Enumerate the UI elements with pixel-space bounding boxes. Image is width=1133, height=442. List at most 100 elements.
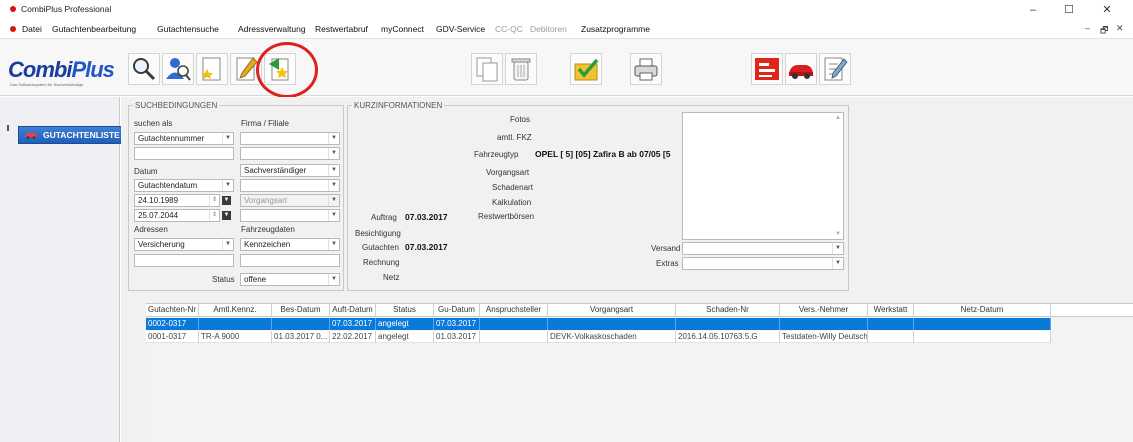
search-text-input[interactable]	[134, 147, 234, 160]
highlight-circle	[256, 42, 318, 98]
menu-myconnect[interactable]: myConnect	[381, 24, 424, 34]
spinner-icon[interactable]: ⇕	[209, 195, 219, 206]
new-document-star-icon[interactable]	[196, 53, 228, 85]
printer-icon[interactable]	[630, 53, 662, 85]
scroll-up-icon[interactable]: ▲	[835, 115, 841, 121]
column-header[interactable]: Status	[376, 304, 434, 317]
column-header[interactable]: Netz-Datum	[914, 304, 1051, 317]
date-to-input[interactable]: 25.07.2044 ⇕	[134, 209, 220, 222]
menu-adressverwaltung[interactable]: Adressverwaltung	[238, 24, 306, 34]
auftrag-value: 07.03.2017	[405, 212, 448, 222]
menu-gdv-service[interactable]: GDV-Service	[436, 24, 485, 34]
search-icon[interactable]	[128, 53, 160, 85]
chevron-down-icon: ▼	[222, 180, 233, 191]
firma-select[interactable]: ▼	[240, 132, 340, 145]
chevron-down-icon: ▼	[222, 133, 233, 144]
datum-type-select[interactable]: Gutachtendatum ▼	[134, 179, 234, 192]
vorgangsart-info-label: Vorgangsart	[486, 168, 530, 177]
extras-select[interactable]: ▼	[682, 257, 844, 270]
calendar-dropdown-icon[interactable]: ▼	[222, 196, 231, 205]
column-header[interactable]: Vers.-Nehmer	[780, 304, 868, 317]
sachverstaendiger-select[interactable]: Sachverständiger ▼	[240, 164, 340, 177]
mdi-close-button[interactable]: ✕	[1116, 23, 1124, 34]
chevron-down-icon: ▼	[328, 165, 339, 176]
adressen-input[interactable]	[134, 254, 234, 267]
menu-restwertabruf[interactable]: Restwertabruf	[315, 24, 368, 34]
suchen-als-label: suchen als	[134, 119, 173, 128]
chevron-down-icon: ▼	[328, 133, 339, 144]
column-header[interactable]: Amtl.Kennz.	[199, 304, 272, 317]
copy-documents-icon[interactable]	[471, 53, 503, 85]
column-header[interactable]: Gutachten-Nr	[146, 304, 199, 317]
combiplus-logo: CombiPlus Das Softwaresystem für Sachver…	[8, 57, 115, 87]
amtl-fkz-label: amtl. FKZ	[497, 133, 532, 142]
column-header[interactable]: Anspruchsteller	[480, 304, 548, 317]
firma-filiale-label: Firma / Filiale	[241, 119, 290, 128]
adressen-label: Adressen	[134, 225, 168, 234]
auftrag-label: Auftrag	[371, 213, 397, 222]
chevron-down-icon: ▼	[832, 243, 843, 254]
versand-select[interactable]: ▼	[682, 242, 844, 255]
menu-gutachtensuche[interactable]: Gutachtensuche	[157, 24, 219, 34]
fahrzeugtyp-value: OPEL [ 5] [05] Zafira B ab 07/05 [5	[535, 149, 671, 159]
chevron-down-icon: ▼	[832, 258, 843, 269]
menu-gutachtenbearbeitung[interactable]: Gutachtenbearbeitung	[52, 24, 136, 34]
gutachten-value: 07.03.2017	[405, 242, 448, 252]
menu-cc-qc: CC-QC	[495, 24, 523, 34]
app-icon	[10, 6, 16, 12]
fotos-preview-box[interactable]: ▲ ▼	[682, 112, 844, 240]
date-from-input[interactable]: 24.10.1989 ⇕	[134, 194, 220, 207]
filiale-select[interactable]: ▼	[240, 147, 340, 160]
vorgangsart2-select[interactable]: ▼	[240, 209, 340, 222]
calendar-dropdown-icon[interactable]: ▼	[222, 211, 231, 220]
search-conditions-legend: SUCHBEDINGUNGEN	[135, 101, 218, 110]
table-row[interactable]: 0001-0317 TR-A 9000 01.03.2017 0... 22.0…	[146, 331, 1051, 343]
left-panel	[0, 97, 120, 442]
column-header[interactable]: Gu-Datum	[434, 304, 480, 317]
kalkulation-label: Kalkulation	[492, 198, 532, 207]
column-header[interactable]: Vorgangsart	[548, 304, 676, 317]
fahrzeugdaten-input[interactable]	[240, 254, 340, 267]
sv-select[interactable]: ▼	[240, 179, 340, 192]
check-folder-icon[interactable]	[570, 53, 602, 85]
schadenart-label: Schadenart	[492, 183, 533, 192]
fahrzeugdaten-select[interactable]: Kennzeichen ▼	[240, 238, 340, 251]
status-label: Status	[212, 275, 235, 284]
checklist-pencil-icon[interactable]	[819, 53, 851, 85]
toolbar: CombiPlus Das Softwaresystem für Sachver…	[0, 38, 1133, 96]
chevron-down-icon: ▼	[328, 195, 339, 206]
user-search-icon[interactable]	[162, 53, 194, 85]
minimize-button[interactable]: –	[1020, 2, 1046, 18]
table-row[interactable]: 0002-0317 07.03.2017 angelegt 07.03.2017	[146, 318, 1051, 330]
adressen-select[interactable]: Versicherung ▼	[134, 238, 234, 251]
menu-bar: Datei Gutachtenbearbeitung Gutachtensuch…	[0, 20, 1133, 38]
column-header[interactable]: Schaden-Nr	[676, 304, 780, 317]
column-header[interactable]: Werkstatt	[868, 304, 914, 317]
besichtigung-label: Besichtigung	[355, 229, 401, 238]
menu-datei[interactable]: Datei	[22, 24, 42, 34]
mdi-restore-button[interactable]: 🗗	[1100, 23, 1108, 39]
column-header[interactable]: Bes-Datum	[272, 304, 330, 317]
red-form-icon[interactable]	[751, 53, 783, 85]
close-button[interactable]: ✕	[1094, 2, 1120, 18]
panel-marker	[7, 125, 9, 131]
red-car-icon[interactable]	[785, 53, 817, 85]
gutachtenliste-label: GUTACHTENLISTE	[43, 130, 120, 140]
spinner-icon[interactable]: ⇕	[209, 210, 219, 221]
mdi-window-icon[interactable]	[10, 26, 16, 32]
mdi-minimize-button[interactable]: –	[1085, 23, 1090, 33]
gutachten-label: Gutachten	[362, 243, 399, 252]
scroll-down-icon[interactable]: ▼	[835, 231, 841, 237]
menu-zusatzprogramme[interactable]: Zusatzprogramme	[581, 24, 650, 34]
fotos-label: Fotos	[510, 115, 531, 124]
trash-icon[interactable]	[505, 53, 537, 85]
column-header[interactable]: Auft-Datum	[330, 304, 376, 317]
status-select[interactable]: offene ▼	[240, 273, 340, 286]
chevron-down-icon: ▼	[328, 180, 339, 191]
suchen-als-select[interactable]: Gutachtennummer ▼	[134, 132, 234, 145]
chevron-down-icon: ▼	[328, 239, 339, 250]
maximize-button[interactable]: ☐	[1056, 2, 1082, 18]
netz-label: Netz	[383, 273, 400, 282]
extras-label: Extras	[656, 259, 679, 268]
chevron-down-icon: ▼	[328, 274, 339, 285]
